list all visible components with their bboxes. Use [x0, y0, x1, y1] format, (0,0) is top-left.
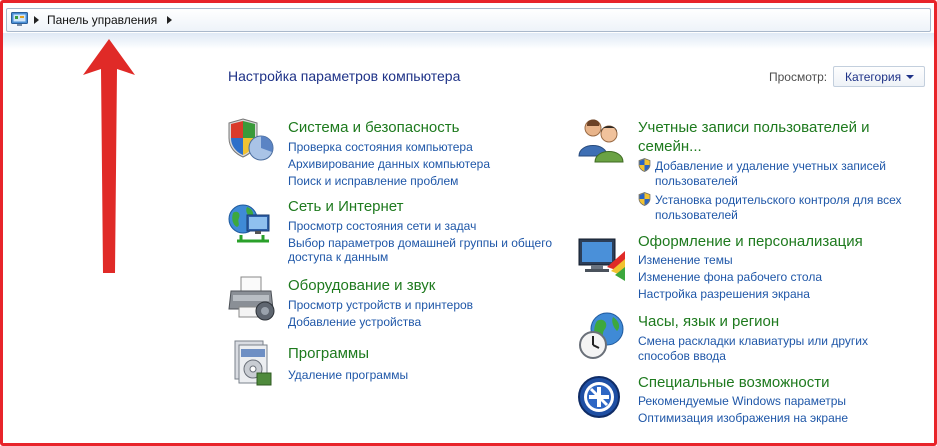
users-icon — [578, 119, 624, 163]
category-system-security[interactable]: Система и безопасность — [288, 118, 459, 138]
category-clock-language[interactable]: Часы, язык и регион — [638, 312, 779, 332]
link-check-computer-status[interactable]: Проверка состояния компьютера — [288, 139, 473, 155]
link-add-remove-accounts-cont[interactable]: пользователей — [655, 173, 738, 189]
clock-globe-icon — [579, 312, 624, 359]
shield-chart-icon — [228, 118, 274, 161]
category-user-accounts-line2[interactable]: семейн... — [638, 137, 702, 157]
link-troubleshoot[interactable]: Поиск и исправление проблем — [288, 173, 458, 189]
category-hardware-sound[interactable]: Оборудование и звук — [288, 276, 435, 296]
link-optimize-display[interactable]: Оптимизация изображения на экране — [638, 410, 848, 426]
control-panel-window: Панель управления Настройка параметров к… — [0, 0, 937, 446]
category-ease-of-access[interactable]: Специальные возможности — [638, 373, 830, 393]
globe-network-icon — [228, 204, 270, 243]
view-by-value: Категория — [845, 70, 902, 84]
category-appearance[interactable]: Оформление и персонализация — [638, 232, 863, 252]
uac-shield-icon — [638, 192, 651, 206]
link-recommended-settings[interactable]: Рекомендуемые Windows параметры — [638, 393, 846, 409]
breadcrumb-arrow-icon[interactable] — [34, 16, 39, 24]
chevron-down-icon — [906, 75, 914, 79]
programs-box-icon — [234, 340, 272, 386]
printer-icon — [228, 276, 275, 321]
category-network-internet[interactable]: Сеть и Интернет — [288, 197, 404, 217]
control-panel-icon — [11, 12, 28, 26]
link-parental-controls[interactable]: Установка родительского контроля для все… — [655, 192, 902, 208]
monitor-paint-icon — [578, 238, 625, 281]
category-programs[interactable]: Программы — [288, 344, 369, 364]
link-keyboard-layout[interactable]: Смена раскладки клавиатуры или других — [638, 333, 868, 349]
accessibility-icon — [578, 376, 620, 418]
breadcrumb-arrow-icon[interactable] — [167, 16, 172, 24]
link-screen-resolution[interactable]: Настройка разрешения экрана — [638, 286, 810, 302]
link-parental-controls-cont[interactable]: пользователей — [655, 207, 738, 223]
address-bar[interactable]: Панель управления — [6, 8, 931, 32]
link-uninstall-program[interactable]: Удаление программы — [288, 367, 408, 383]
annotation-arrow-icon — [83, 39, 135, 273]
link-add-device[interactable]: Добавление устройства — [288, 314, 421, 330]
breadcrumb-control-panel[interactable]: Панель управления — [47, 13, 157, 27]
category-user-accounts[interactable]: Учетные записи пользователей и — [638, 118, 870, 138]
link-change-desktop-bg[interactable]: Изменение фона рабочего стола — [638, 269, 822, 285]
link-add-remove-accounts[interactable]: Добавление и удаление учетных записей — [655, 158, 886, 174]
page-title: Настройка параметров компьютера — [228, 68, 461, 84]
link-network-status[interactable]: Просмотр состояния сети и задач — [288, 218, 476, 234]
link-keyboard-layout-cont[interactable]: способов ввода — [638, 348, 726, 364]
toolbar-band — [3, 33, 934, 49]
uac-shield-icon — [638, 158, 651, 172]
link-homegroup-options-cont[interactable]: доступа к данным — [288, 249, 388, 265]
link-backup-computer[interactable]: Архивирование данных компьютера — [288, 156, 490, 172]
view-by-dropdown[interactable]: Категория — [833, 66, 925, 87]
link-devices-printers[interactable]: Просмотр устройств и принтеров — [288, 297, 473, 313]
link-change-theme[interactable]: Изменение темы — [638, 252, 733, 268]
view-label: Просмотр: — [769, 70, 828, 84]
